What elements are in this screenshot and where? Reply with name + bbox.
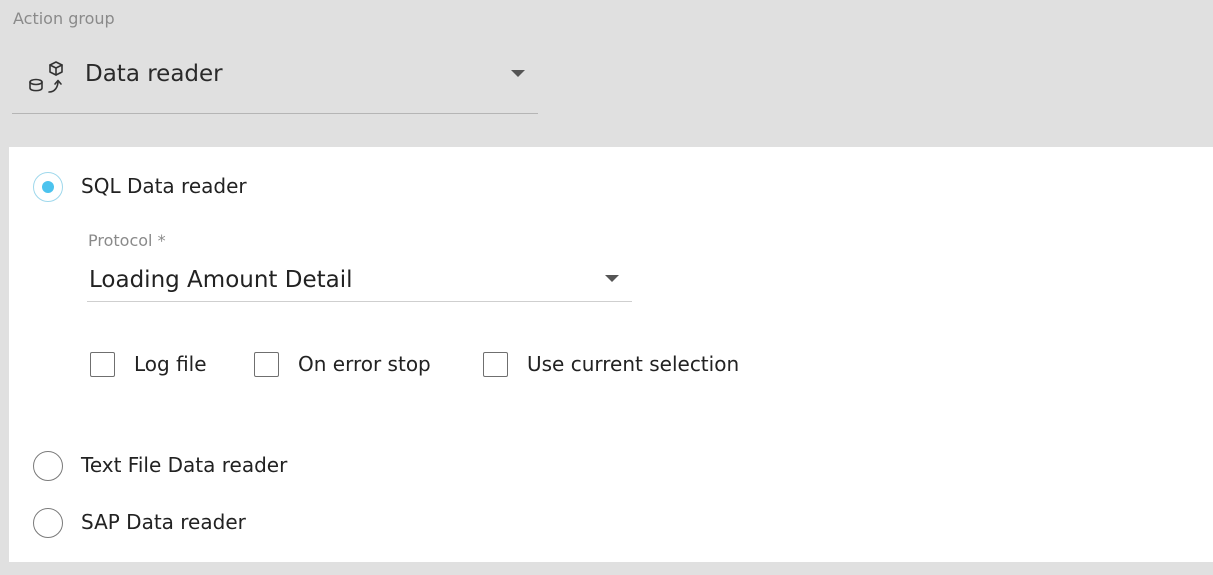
radio-button[interactable] [33, 451, 63, 481]
on-error-stop-label: On error stop [298, 352, 431, 376]
radio-button-selected[interactable] [33, 172, 63, 202]
sap-data-reader-label: SAP Data reader [81, 510, 246, 534]
action-group-dropdown[interactable]: Data reader [12, 50, 538, 114]
log-file-label: Log file [134, 352, 207, 376]
use-current-selection-label: Use current selection [527, 352, 740, 376]
chevron-down-icon [605, 275, 619, 282]
use-current-selection-checkbox[interactable] [483, 352, 508, 377]
protocol-value: Loading Amount Detail [89, 267, 353, 293]
protocol-label: Protocol * [88, 231, 166, 250]
chevron-down-icon [511, 70, 525, 77]
data-reader-panel: SQL Data reader Protocol * Loading Amoun… [9, 147, 1213, 562]
radio-dot-icon [42, 181, 54, 193]
on-error-stop-checkbox[interactable] [254, 352, 279, 377]
protocol-dropdown[interactable]: Loading Amount Detail [87, 257, 632, 302]
data-reader-icon [29, 61, 63, 93]
text-file-data-reader-label: Text File Data reader [81, 453, 288, 477]
action-group-value: Data reader [85, 61, 223, 87]
radio-button[interactable] [33, 508, 63, 538]
sql-data-reader-label: SQL Data reader [81, 174, 247, 198]
log-file-checkbox[interactable] [90, 352, 115, 377]
action-group-label: Action group [13, 9, 115, 28]
